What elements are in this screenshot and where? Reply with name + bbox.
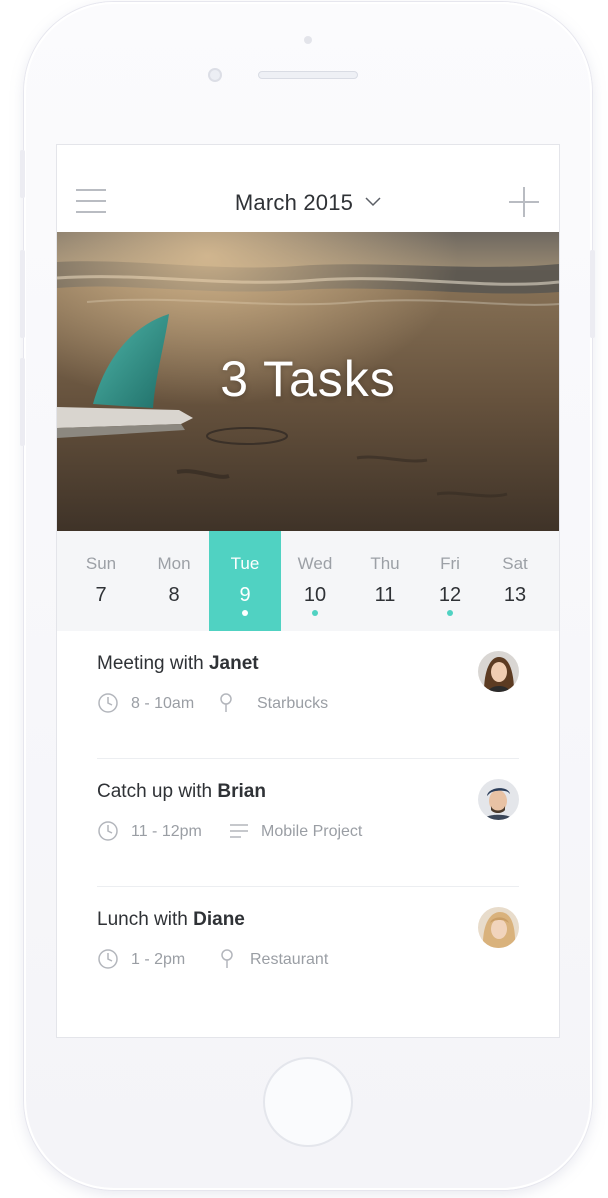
clock-icon: [97, 820, 119, 847]
day-date: 9: [239, 584, 251, 606]
week-strip: Sun 7 Mon 8 Tue 9 Wed 10 Thu 11 Fri 12 S…: [57, 531, 559, 631]
event-indicator-dot: [242, 610, 248, 616]
day-mon[interactable]: Mon 8: [138, 531, 210, 631]
day-sat[interactable]: Sat 13: [479, 531, 551, 631]
day-name: Tue: [230, 554, 260, 573]
task-title: Catch up with Brian: [97, 781, 266, 803]
task-title: Lunch with Diane: [97, 909, 245, 931]
diane-avatar[interactable]: [478, 907, 519, 948]
task-item[interactable]: Lunch with Diane 1 - 2pm Restaurant: [97, 887, 519, 1015]
task-item[interactable]: Meeting with Janet 8 - 10am Starbucks: [97, 631, 519, 759]
day-name: Wed: [297, 554, 333, 573]
location-pin-icon: [219, 948, 235, 975]
power-button: [590, 250, 595, 338]
list-lines-icon: [229, 820, 249, 847]
task-title-prefix: Lunch with: [97, 909, 194, 930]
proximity-sensor: [304, 36, 312, 44]
home-button[interactable]: [263, 1057, 353, 1147]
volume-down-button: [20, 358, 25, 446]
task-title: Meeting with Janet: [97, 653, 259, 675]
task-title-prefix: Catch up with: [97, 781, 218, 802]
clock-icon: [97, 692, 119, 719]
event-indicator-dot: [312, 610, 318, 616]
day-date: 13: [503, 584, 527, 606]
day-thu[interactable]: Thu 11: [349, 531, 421, 631]
task-detail: Mobile Project: [261, 823, 363, 840]
task-item[interactable]: Catch up with Brian 11 - 12pm Mobile Pro…: [97, 759, 519, 887]
task-time: 1 - 2pm: [131, 951, 186, 968]
task-detail: Starbucks: [257, 695, 329, 712]
app-screen: March 2015 3 Tasks Sun 7 Mon 8 Tue 9 Wed…: [56, 144, 560, 1038]
top-bar: March 2015: [57, 145, 559, 232]
day-date: 10: [303, 584, 327, 606]
event-indicator-dot: [447, 610, 453, 616]
brian-avatar[interactable]: [478, 779, 519, 820]
task-count-title: 3 Tasks: [220, 351, 396, 407]
task-time: 8 - 10am: [131, 695, 195, 712]
day-name: Mon: [157, 554, 191, 573]
chevron-down-icon: [365, 187, 381, 213]
janet-avatar[interactable]: [478, 651, 519, 692]
plus-icon[interactable]: [509, 187, 539, 217]
task-detail: Restaurant: [250, 951, 329, 968]
day-name: Sun: [85, 554, 117, 573]
day-tue-selected[interactable]: Tue 9: [209, 531, 281, 631]
task-person-name: Diane: [193, 909, 245, 930]
location-pin-icon: [218, 692, 234, 719]
day-date: 7: [95, 584, 107, 606]
task-time: 11 - 12pm: [131, 823, 202, 840]
day-date: 12: [438, 584, 462, 606]
task-title-prefix: Meeting with: [97, 653, 209, 674]
day-name: Thu: [370, 554, 400, 573]
day-name: Fri: [440, 554, 460, 573]
volume-up-button: [20, 250, 25, 338]
clock-icon: [97, 948, 119, 975]
month-label: March 2015: [234, 190, 354, 215]
earpiece-speaker: [258, 71, 358, 79]
task-person-name: Janet: [208, 653, 259, 674]
month-selector[interactable]: March 2015: [57, 187, 559, 216]
day-name: Sat: [502, 554, 528, 573]
mute-switch: [20, 150, 25, 198]
day-fri[interactable]: Fri 12: [414, 531, 486, 631]
day-date: 11: [374, 584, 396, 606]
front-camera: [208, 68, 222, 82]
day-wed[interactable]: Wed 10: [279, 531, 351, 631]
hero-banner: 3 Tasks: [57, 232, 559, 531]
task-person-name: Brian: [217, 781, 266, 802]
day-sun[interactable]: Sun 7: [65, 531, 137, 631]
day-date: 8: [168, 584, 180, 606]
